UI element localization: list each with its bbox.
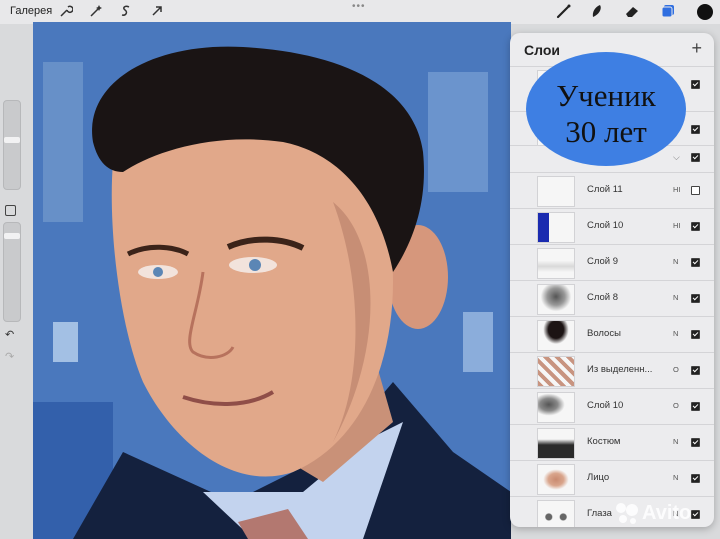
layer-thumbnail xyxy=(537,212,575,243)
plus-icon[interactable]: + xyxy=(691,38,702,59)
opacity-slider[interactable] xyxy=(3,222,21,322)
eraser-icon[interactable] xyxy=(624,3,640,19)
layer-blend-mode[interactable]: N xyxy=(673,329,678,338)
layer-visibility-checkbox[interactable] xyxy=(691,366,700,375)
drawing-canvas[interactable] xyxy=(33,22,511,539)
layer-name: Глаза xyxy=(587,508,612,519)
layer-thumbnail xyxy=(537,428,575,459)
layer-name: Слой 8 xyxy=(587,292,619,303)
layer-blend-mode[interactable]: N xyxy=(673,257,678,266)
avito-logo-icon xyxy=(616,503,638,524)
undo-icon[interactable]: ↶ xyxy=(5,328,14,341)
layer-visibility-checkbox[interactable] xyxy=(691,125,700,134)
layer-visibility-checkbox[interactable] xyxy=(691,294,700,303)
more-dots-icon[interactable]: ••• xyxy=(352,1,366,12)
layer-thumbnail xyxy=(537,176,575,207)
layer-row[interactable]: Слой 8 N xyxy=(510,280,714,316)
layer-row[interactable]: Из выделенн... O xyxy=(510,352,714,388)
layer-visibility-checkbox[interactable] xyxy=(691,402,700,411)
layer-thumbnail xyxy=(537,464,575,495)
layer-row[interactable]: Слой 9 N xyxy=(510,244,714,280)
layer-name: Слой 10 xyxy=(587,400,624,411)
transform-arrow-icon[interactable] xyxy=(149,4,165,20)
layer-row[interactable]: Слой 11 HI xyxy=(510,172,714,208)
avito-watermark: Avito xyxy=(614,500,714,528)
selection-icon[interactable] xyxy=(118,4,134,20)
layer-thumbnail xyxy=(537,248,575,279)
layer-visibility-checkbox[interactable] xyxy=(691,438,700,447)
brush-size-slider[interactable] xyxy=(3,100,21,190)
layer-blend-mode[interactable]: N xyxy=(673,473,678,482)
promo-bubble: Ученик 30 лет xyxy=(526,52,686,166)
layer-blend-mode[interactable]: HI xyxy=(673,185,681,194)
layer-row[interactable]: Слой 10 HI xyxy=(510,208,714,244)
left-sidebar: ↶ ↷ xyxy=(0,100,22,363)
layer-thumbnail xyxy=(537,320,575,351)
layer-visibility-checkbox[interactable] xyxy=(691,222,700,231)
layer-blend-mode[interactable]: N xyxy=(673,293,678,302)
layer-visibility-checkbox[interactable] xyxy=(691,258,700,267)
layer-blend-mode[interactable]: N xyxy=(673,437,678,446)
layer-row[interactable]: Лицо N xyxy=(510,460,714,496)
layer-visibility-checkbox[interactable] xyxy=(691,186,700,195)
promo-line-1: Ученик xyxy=(556,78,656,113)
layer-name: Из выделенн... xyxy=(587,364,653,375)
redo-icon[interactable]: ↷ xyxy=(5,350,14,363)
chevron-down-icon[interactable]: ⌵ xyxy=(673,152,680,163)
smudge-icon[interactable] xyxy=(589,3,605,19)
portrait-artwork xyxy=(33,22,511,539)
top-toolbar: Галерея ••• xyxy=(0,0,720,24)
layer-visibility-checkbox[interactable] xyxy=(691,153,700,162)
layer-name: Костюм xyxy=(587,436,621,447)
layer-visibility-checkbox[interactable] xyxy=(691,474,700,483)
layer-row[interactable]: Слой 10 O xyxy=(510,388,714,424)
watermark-text: Avito xyxy=(642,502,692,524)
brush-size-handle[interactable] xyxy=(4,137,20,143)
layer-name: Лицо xyxy=(587,472,610,483)
layer-visibility-checkbox[interactable] xyxy=(691,80,700,89)
layer-thumbnail xyxy=(537,500,575,527)
layer-name: Слой 10 xyxy=(587,220,624,231)
wrench-icon[interactable] xyxy=(58,4,74,20)
layer-blend-mode[interactable]: O xyxy=(673,401,679,410)
promo-line-2: 30 лет xyxy=(565,114,647,149)
layer-name: Слой 11 xyxy=(587,184,623,195)
opacity-handle[interactable] xyxy=(4,233,20,239)
color-swatch-icon[interactable] xyxy=(696,3,713,20)
layer-blend-mode[interactable]: O xyxy=(673,365,679,374)
layer-row[interactable]: Волосы N xyxy=(510,316,714,352)
layers-panel-title: Слои xyxy=(524,42,560,58)
layer-visibility-checkbox[interactable] xyxy=(691,330,700,339)
gallery-button[interactable]: Галерея xyxy=(10,5,52,17)
layers-icon[interactable] xyxy=(660,3,676,19)
layer-blend-mode[interactable]: HI xyxy=(673,221,681,230)
layer-thumbnail xyxy=(537,284,575,315)
magic-wand-icon[interactable] xyxy=(88,4,104,20)
layer-thumbnail xyxy=(537,392,575,423)
layer-row[interactable]: Костюм N xyxy=(510,424,714,460)
layer-name: Волосы xyxy=(587,328,621,339)
modify-button-icon[interactable] xyxy=(5,205,16,216)
layer-name: Слой 9 xyxy=(587,256,619,267)
brush-icon[interactable] xyxy=(556,3,572,19)
layer-thumbnail xyxy=(537,356,575,387)
